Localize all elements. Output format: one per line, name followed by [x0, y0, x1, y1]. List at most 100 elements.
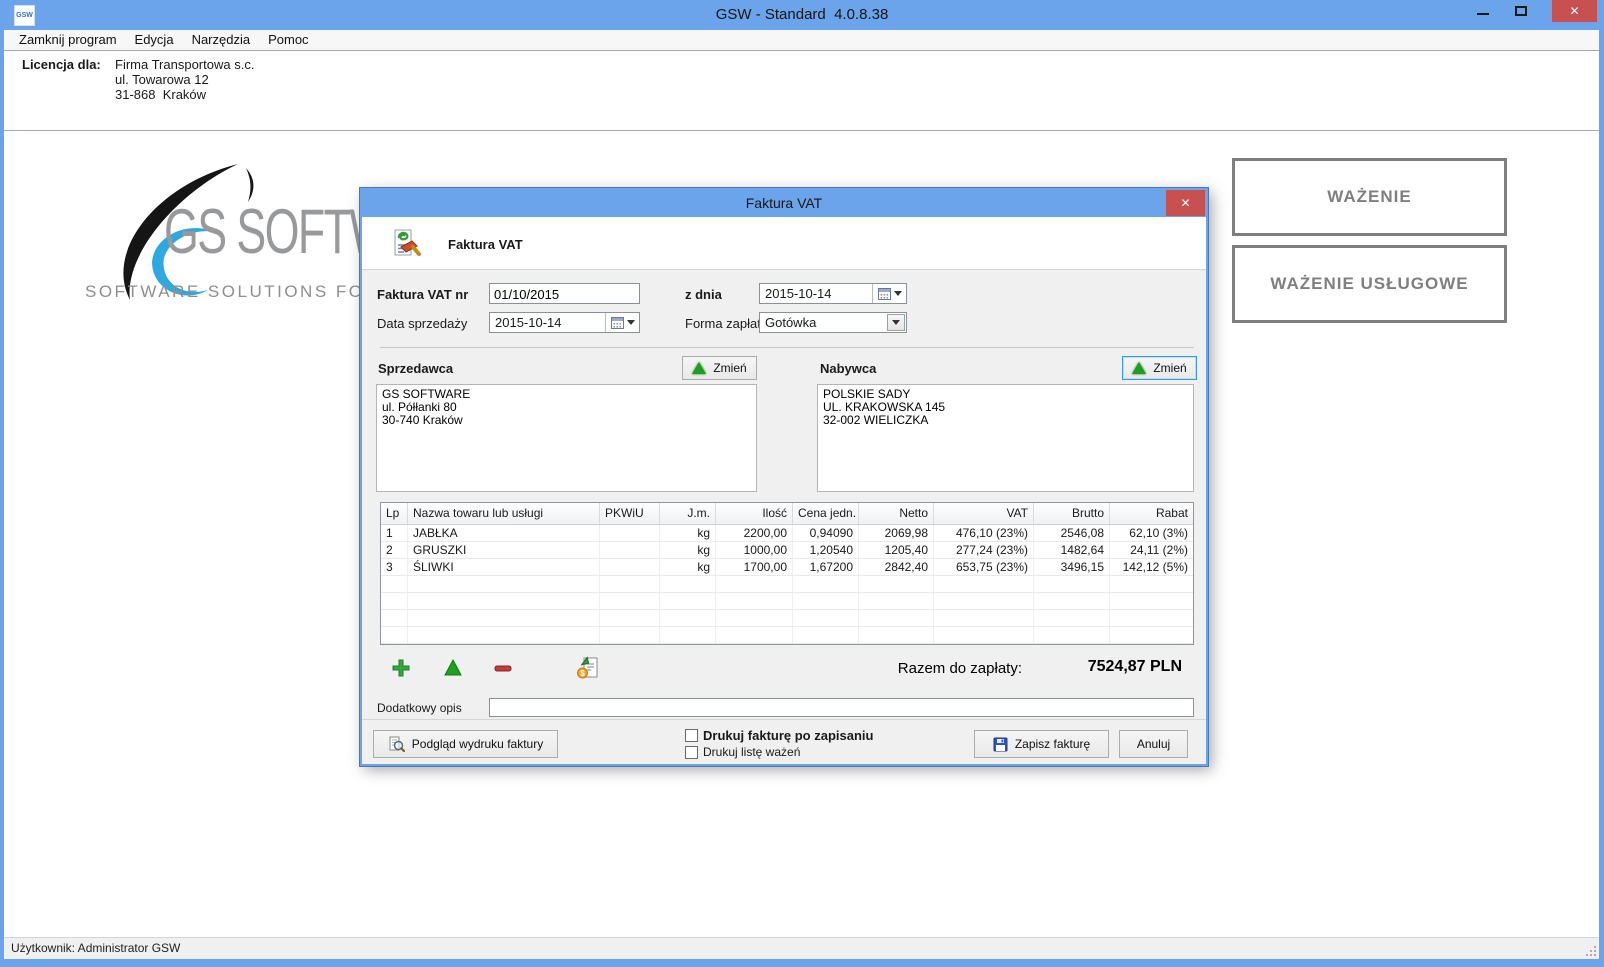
payment-form-value: Gotówka	[765, 315, 816, 330]
resize-grip-icon[interactable]	[1585, 945, 1597, 957]
col-cena[interactable]: Cena jedn.	[793, 503, 859, 524]
col-pkwiu[interactable]: PKWiU	[600, 503, 660, 524]
cell: 2546,08	[1034, 525, 1110, 541]
buyer-change-button[interactable]: Zmień	[1122, 356, 1197, 380]
print-preview-icon	[388, 736, 405, 753]
extra-description-input[interactable]	[489, 698, 1194, 717]
table-empty-row	[381, 576, 1193, 593]
menu-item-narzedzia[interactable]: Narzędzia	[183, 30, 260, 50]
checkbox-unchecked[interactable]	[685, 729, 698, 742]
dialog-header-title: Faktura VAT	[448, 237, 523, 252]
item-price-icon[interactable]: $	[576, 656, 600, 680]
print-weighing-list-checkbox-row[interactable]: Drukuj listę ważeń	[685, 745, 800, 759]
wazenie-button[interactable]: WAŻENIE	[1232, 158, 1507, 236]
print-preview-button[interactable]: Podgląd wydruku faktury	[373, 730, 558, 758]
issue-date-label: z dnia	[685, 287, 722, 302]
cell: GRUSZKI	[408, 542, 600, 558]
dialog-close-button[interactable]: ✕	[1166, 190, 1205, 216]
checkbox-unchecked[interactable]	[685, 746, 698, 759]
maximize-icon	[1515, 6, 1527, 16]
issue-date-dropdown-button[interactable]	[872, 284, 906, 303]
menu-item-pomoc[interactable]: Pomoc	[259, 30, 317, 50]
col-nazwa[interactable]: Nazwa towaru lub usługi	[408, 503, 600, 524]
total-value: 7524,87 PLN	[1052, 658, 1182, 676]
table-row-3[interactable]: 3 ŚLIWKI kg 1700,00 1,67200 2842,40 653,…	[381, 559, 1193, 576]
dialog-title: Faktura VAT	[362, 190, 1206, 217]
issue-date-picker[interactable]: 2015-10-14	[759, 283, 907, 304]
screen: GSW GSW - Standard 4.0.8.38 ✕ Zamknij pr…	[0, 0, 1604, 967]
invoice-number-input[interactable]	[489, 283, 640, 304]
license-label: Licencja dla:	[22, 57, 101, 72]
cell: 1482,64	[1034, 542, 1110, 558]
table-empty-row	[381, 627, 1193, 644]
col-ilosc[interactable]: Ilość	[716, 503, 793, 524]
window-titlebar[interactable]: GSW GSW - Standard 4.0.8.38 ✕	[0, 0, 1604, 30]
faktura-vat-dialog: Faktura VAT ✕ Faktura VAT Faktura VAT nr	[360, 188, 1208, 766]
seller-change-button[interactable]: Zmień	[682, 356, 757, 380]
cancel-button[interactable]: Anuluj	[1119, 730, 1188, 758]
invoice-stamp-icon	[388, 227, 422, 261]
license-panel: Licencja dla: Firma Transportowa s.c. ul…	[4, 51, 1599, 131]
col-rabat[interactable]: Rabat	[1110, 503, 1193, 524]
menu-item-edycja[interactable]: Edycja	[126, 30, 183, 50]
cell: 277,24 (23%)	[934, 542, 1034, 558]
cell: 2069,98	[859, 525, 934, 541]
sale-date-picker[interactable]: 2015-10-14	[489, 312, 640, 333]
edit-item-icon[interactable]	[442, 658, 464, 678]
status-bar: Użytkownik: Administrator GSW	[4, 937, 1599, 959]
seller-label: Sprzedawca	[378, 361, 453, 376]
save-invoice-label: Zapisz fakturę	[1015, 737, 1090, 751]
table-row-1[interactable]: 1 JABŁKA kg 2200,00 0,94090 2069,98 476,…	[381, 525, 1193, 542]
cell: 1000,00	[716, 542, 793, 558]
print-preview-label: Podgląd wydruku faktury	[412, 737, 543, 751]
cell: 2842,40	[859, 559, 934, 575]
cell: kg	[660, 542, 716, 558]
payment-dropdown-button[interactable]	[887, 314, 905, 331]
print-after-save-checkbox-row[interactable]: Drukuj fakturę po zapisaniu	[685, 728, 873, 743]
table-empty-row	[381, 593, 1193, 610]
save-invoice-button[interactable]: Zapisz fakturę	[974, 730, 1109, 758]
table-empty-row	[381, 610, 1193, 627]
minimize-button[interactable]	[1466, 0, 1500, 22]
dialog-body: Faktura VAT Faktura VAT nr z dnia 2015-1…	[362, 217, 1206, 764]
status-user: Użytkownik: Administrator GSW	[11, 941, 180, 955]
col-netto[interactable]: Netto	[859, 503, 934, 524]
cell: 476,10 (23%)	[934, 525, 1034, 541]
buyer-address-box[interactable]: POLSKIE SADY UL. KRAKOWSKA 145 32-002 WI…	[817, 384, 1194, 492]
cell	[600, 542, 660, 558]
sale-date-dropdown-button[interactable]	[605, 313, 639, 332]
payment-form-combobox[interactable]: Gotówka	[759, 312, 907, 333]
cell: 1205,40	[859, 542, 934, 558]
maximize-button[interactable]	[1504, 0, 1538, 22]
invoice-items-table: Lp Nazwa towaru lub usługi PKWiU J.m. Il…	[380, 502, 1194, 645]
col-jm[interactable]: J.m.	[660, 503, 716, 524]
close-icon: ✕	[1180, 196, 1190, 210]
cell: ŚLIWKI	[408, 559, 600, 575]
cell: 62,10 (3%)	[1110, 525, 1193, 541]
cell: 2	[381, 542, 408, 558]
table-header-row: Lp Nazwa towaru lub usługi PKWiU J.m. Il…	[381, 503, 1193, 525]
dialog-titlebar[interactable]: Faktura VAT ✕	[362, 190, 1206, 217]
table-row-2[interactable]: 2 GRUSZKI kg 1000,00 1,20540 1205,40 277…	[381, 542, 1193, 559]
triangle-up-icon	[692, 362, 706, 374]
cell: 24,11 (2%)	[1110, 542, 1193, 558]
triangle-up-icon	[1132, 362, 1146, 374]
svg-text:$: $	[580, 669, 585, 678]
seller-change-label: Zmień	[713, 361, 746, 375]
remove-item-icon[interactable]	[492, 658, 514, 678]
add-item-icon[interactable]	[390, 658, 412, 678]
menu-item-zamknij-program[interactable]: Zamknij program	[10, 30, 126, 50]
wazenie-uslugowe-button[interactable]: WAŻENIE USŁUGOWE	[1232, 245, 1507, 323]
col-lp[interactable]: Lp	[381, 503, 408, 524]
dialog-header-band: Faktura VAT	[362, 217, 1206, 270]
seller-address-box[interactable]: GS SOFTWARE ul. Półłanki 80 30-740 Krakó…	[376, 384, 757, 492]
close-button[interactable]: ✕	[1552, 0, 1597, 22]
cell: 3496,15	[1034, 559, 1110, 575]
license-address: Firma Transportowa s.c. ul. Towarowa 12 …	[115, 57, 254, 102]
total-label: Razem do zapłaty:	[842, 660, 1022, 677]
sale-date-label: Data sprzedaży	[377, 316, 467, 331]
col-vat[interactable]: VAT	[934, 503, 1034, 524]
col-brutto[interactable]: Brutto	[1034, 503, 1110, 524]
cell	[600, 559, 660, 575]
chevron-down-icon	[627, 320, 635, 325]
